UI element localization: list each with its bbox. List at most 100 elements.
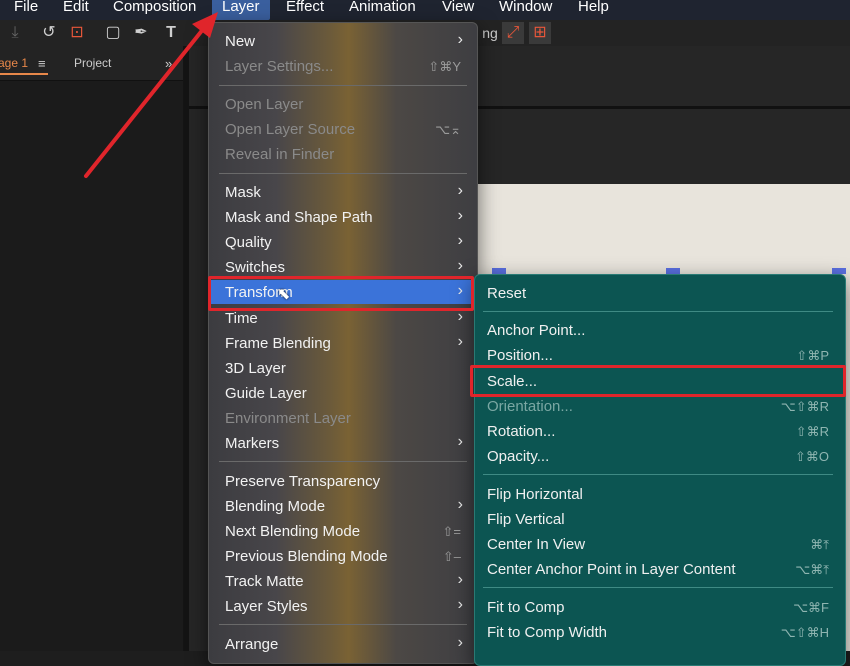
- mouse-cursor-icon: ⬉: [277, 286, 291, 303]
- menu-item-label: Guide Layer: [225, 385, 307, 402]
- submenu-item-fit-to-comp[interactable]: Fit to Comp ⌥⌘F: [475, 595, 845, 619]
- menu-item-arrange[interactable]: Arrange ›: [209, 632, 477, 656]
- submenu-item-flip-vertical[interactable]: Flip Vertical: [475, 507, 845, 531]
- menu-edit[interactable]: Edit: [63, 0, 89, 20]
- menu-item-shortcut: ⇧=: [442, 524, 461, 539]
- submenu-item-rotation[interactable]: Rotation... ⇧⌘R: [475, 419, 845, 443]
- menu-item-label: Mask and Shape Path: [225, 209, 373, 226]
- menu-view[interactable]: View: [442, 0, 474, 20]
- submenu-item-label: Opacity...: [487, 448, 550, 465]
- submenu-item-center-anchor-point[interactable]: Center Anchor Point in Layer Content ⌥⌘⤒: [475, 557, 845, 581]
- tab-composition[interactable]: age 1: [0, 56, 28, 70]
- chevron-right-icon: ›: [457, 182, 463, 199]
- submenu-item-shortcut: ⇧⌘O: [794, 449, 829, 464]
- submenu-item-shortcut: ⌥⇧⌘H: [780, 625, 829, 640]
- menu-item-label: Markers: [225, 435, 280, 452]
- menu-item-markers[interactable]: Markers ›: [209, 431, 477, 455]
- submenu-item-shortcut: ⌥⌘F: [793, 600, 829, 615]
- menu-item-shortcut: ⇧⌘Y: [428, 59, 461, 74]
- type-tool-icon[interactable]: T: [160, 22, 182, 44]
- menu-item-quality[interactable]: Quality ›: [209, 230, 477, 254]
- menu-separator: [219, 624, 467, 625]
- submenu-item-opacity[interactable]: Opacity... ⇧⌘O: [475, 444, 845, 468]
- snap-edges-icon[interactable]: ⤢: [502, 22, 524, 44]
- submenu-item-label: Position...: [487, 347, 553, 364]
- submenu-item-label: Center In View: [487, 536, 586, 553]
- submenu-item-center-in-view[interactable]: Center In View ⌘⤒: [475, 532, 845, 556]
- pen-tool-icon[interactable]: ✒: [130, 22, 152, 44]
- menu-item-label: Open Layer Source: [225, 121, 356, 138]
- menu-composition[interactable]: Composition: [113, 0, 196, 20]
- submenu-item-label: Flip Vertical: [487, 511, 565, 528]
- submenu-item-label: Reset: [487, 285, 527, 302]
- menu-item-track-matte[interactable]: Track Matte ›: [209, 569, 477, 593]
- chevron-right-icon: ›: [457, 596, 463, 613]
- chevron-right-icon: ›: [457, 496, 463, 513]
- transform-highlight-box: [208, 276, 474, 311]
- menu-item-environment-layer: Environment Layer: [209, 406, 477, 430]
- menu-item-label: Environment Layer: [225, 410, 351, 427]
- menu-item-label: Layer Settings...: [225, 58, 334, 75]
- menu-item-mask[interactable]: Mask ›: [209, 180, 477, 204]
- menu-item-label: Previous Blending Mode: [225, 548, 388, 565]
- menu-item-reveal-in-finder: Reveal in Finder: [209, 142, 477, 166]
- chevron-right-icon: ›: [457, 257, 463, 274]
- menu-item-mask-and-shape-path[interactable]: Mask and Shape Path ›: [209, 205, 477, 229]
- menu-separator: [483, 311, 833, 312]
- submenu-item-shortcut: ⇧⌘P: [796, 348, 829, 363]
- chevron-right-icon: ›: [457, 571, 463, 588]
- menu-separator: [483, 587, 833, 588]
- hand-tool-icon[interactable]: ⤓: [4, 22, 26, 44]
- menu-item-frame-blending[interactable]: Frame Blending ›: [209, 331, 477, 355]
- menu-item-next-blending-mode[interactable]: Next Blending Mode ⇧=: [209, 519, 477, 543]
- snap-features-icon[interactable]: ⊞: [529, 22, 551, 44]
- menu-item-layer-settings: Layer Settings... ⇧⌘Y: [209, 54, 477, 78]
- submenu-item-flip-horizontal[interactable]: Flip Horizontal: [475, 482, 845, 506]
- menu-item-3d-layer[interactable]: 3D Layer: [209, 356, 477, 380]
- double-chevron-right-icon[interactable]: »: [165, 56, 172, 71]
- transform-submenu: Reset Anchor Point... Position... ⇧⌘P Sca…: [474, 274, 846, 666]
- submenu-item-shortcut: ⌥⇧⌘R: [780, 399, 829, 414]
- chevron-right-icon: ›: [457, 333, 463, 350]
- menu-window[interactable]: Window: [499, 0, 552, 20]
- rotate-tool-icon[interactable]: ↺: [38, 22, 60, 44]
- menu-item-label: Open Layer: [225, 96, 304, 113]
- submenu-item-anchor-point[interactable]: Anchor Point...: [475, 318, 845, 342]
- menu-item-layer-styles[interactable]: Layer Styles ›: [209, 594, 477, 618]
- menu-item-previous-blending-mode[interactable]: Previous Blending Mode ⇧–: [209, 544, 477, 568]
- menu-layer[interactable]: Layer: [212, 0, 270, 20]
- submenu-item-label: Fit to Comp Width: [487, 624, 608, 641]
- menu-item-label: Arrange: [225, 636, 279, 653]
- chevron-right-icon: ›: [457, 232, 463, 249]
- rectangle-tool-icon[interactable]: ▢: [102, 22, 124, 44]
- menu-item-guide-layer[interactable]: Guide Layer: [209, 381, 477, 405]
- menu-separator: [483, 474, 833, 475]
- menu-separator: [219, 85, 467, 86]
- chevron-right-icon: ›: [457, 634, 463, 651]
- menu-item-new[interactable]: New ›: [209, 29, 477, 53]
- submenu-item-fit-to-comp-width[interactable]: Fit to Comp Width ⌥⇧⌘H: [475, 620, 845, 644]
- tab-project[interactable]: Project: [74, 56, 111, 70]
- submenu-item-label: Flip Horizontal: [487, 486, 583, 503]
- menu-item-label: Next Blending Mode: [225, 523, 361, 540]
- snapping-label: ng: [482, 25, 498, 41]
- menu-file[interactable]: File: [14, 0, 38, 20]
- hamburger-icon[interactable]: ≡: [38, 56, 46, 71]
- anchor-point-tool-icon[interactable]: ⊡: [66, 22, 88, 44]
- scale-highlight-box: [470, 365, 846, 397]
- menu-item-label: Switches: [225, 259, 286, 276]
- menu-item-preserve-transparency[interactable]: Preserve Transparency: [209, 469, 477, 493]
- submenu-item-reset[interactable]: Reset: [475, 281, 845, 305]
- submenu-item-position[interactable]: Position... ⇧⌘P: [475, 343, 845, 367]
- menu-help[interactable]: Help: [578, 0, 609, 20]
- menu-animation[interactable]: Animation: [349, 0, 416, 20]
- submenu-item-shortcut: ⌘⤒: [810, 537, 829, 552]
- chevron-right-icon: ›: [457, 433, 463, 450]
- menu-item-label: Preserve Transparency: [225, 473, 381, 490]
- menu-item-blending-mode[interactable]: Blending Mode ›: [209, 494, 477, 518]
- submenu-item-shortcut: ⌥⌘⤒: [795, 562, 829, 577]
- layer-menu-dropdown: New › Layer Settings... ⇧⌘Y Open Layer Ope…: [208, 22, 478, 664]
- menu-item-label: Time: [225, 310, 258, 327]
- menu-effect[interactable]: Effect: [286, 0, 324, 20]
- submenu-item-label: Fit to Comp: [487, 599, 565, 616]
